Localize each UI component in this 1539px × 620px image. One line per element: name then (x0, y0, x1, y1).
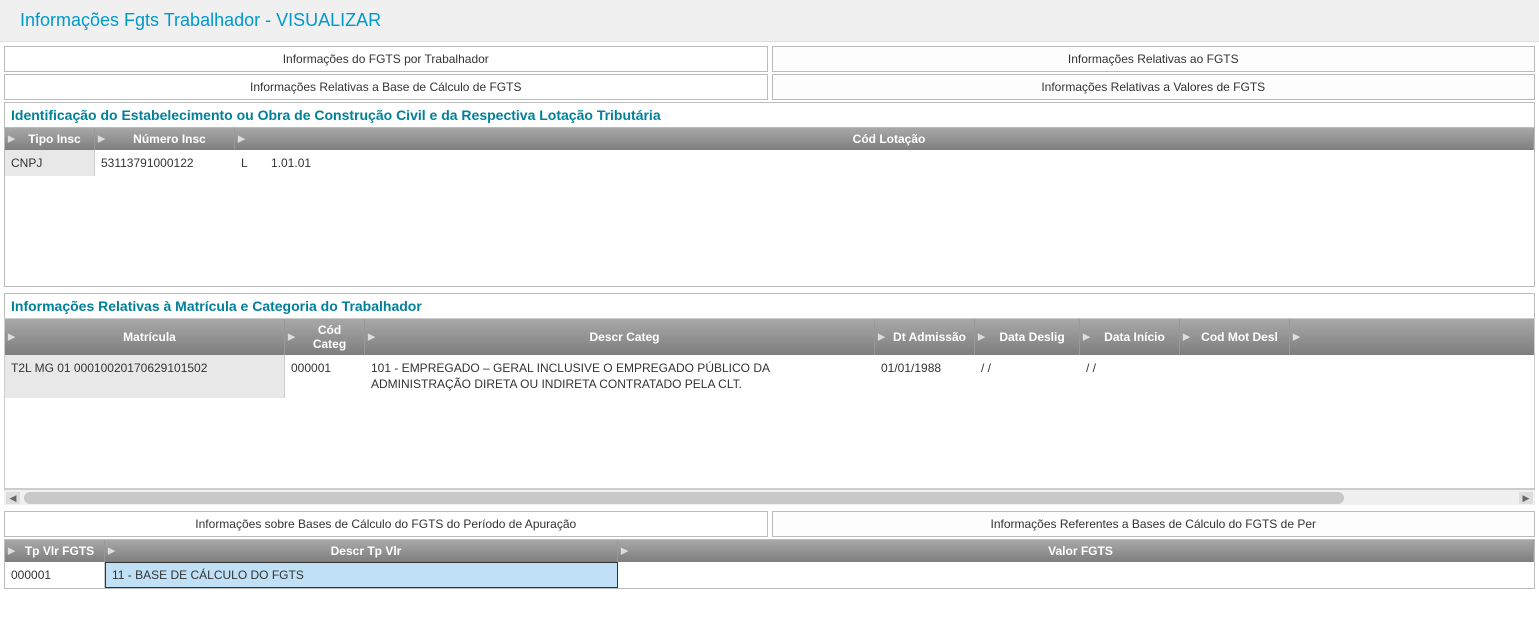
grid-head-estabelecimento: ▶ Tipo Insc ▶ Número Insc ▶ Cód Lotação (5, 128, 1534, 150)
col-matricula[interactable]: ▶ Matrícula (5, 319, 285, 355)
col-descr-tp-vlr[interactable]: ▶ Descr Tp Vlr (105, 540, 618, 562)
tab-info-fgts-trabalhador[interactable]: Informações do FGTS por Trabalhador (4, 46, 768, 72)
col-label: D (1306, 330, 1535, 344)
col-label: Data Deslig (991, 330, 1073, 344)
horizontal-scrollbar[interactable]: ◀ ▶ (4, 489, 1535, 505)
cell-extra (1290, 355, 1535, 398)
cell-data-deslig: / / (975, 355, 1080, 398)
tab-bases-calculo-per[interactable]: Informações Referentes a Bases de Cálcul… (772, 511, 1536, 537)
grid-valores: ▶ Tp Vlr FGTS ▶ Descr Tp Vlr ▶ Valor FGTS 0… (4, 539, 1535, 589)
grid-body-matricula: T2L MG 01 00010020170629101502 000001 10… (5, 355, 1535, 488)
selected-cell[interactable]: 11 - BASE DE CÁLCULO DO FGTS (105, 562, 618, 588)
sort-arrow-icon: ▶ (8, 546, 15, 557)
col-valor-fgts[interactable]: ▶ Valor FGTS (618, 540, 1534, 562)
tab-row-3: Informações sobre Bases de Cálculo do FG… (4, 511, 1535, 537)
scrollbar-thumb[interactable] (24, 492, 1344, 504)
sort-arrow-icon: ▶ (8, 134, 15, 145)
col-descr-categ[interactable]: ▶ Descr Categ (365, 319, 875, 355)
col-label: Tipo Insc (21, 132, 88, 146)
page-title: Informações Fgts Trabalhador - VISUALIZA… (20, 10, 1519, 31)
cell-valor-fgts (618, 562, 1534, 588)
table-row[interactable]: 000001 11 - BASE DE CÁLCULO DO FGTS (5, 562, 1534, 588)
sort-arrow-icon: ▶ (8, 332, 15, 343)
table-row[interactable]: T2L MG 01 00010020170629101502 000001 10… (5, 355, 1535, 398)
cell-tipo-insc: CNPJ (5, 150, 95, 176)
sort-arrow-icon: ▶ (98, 134, 105, 145)
sort-arrow-icon: ▶ (288, 332, 295, 343)
sort-arrow-icon: ▶ (1183, 332, 1190, 343)
cell-cod-categ: 000001 (285, 355, 365, 398)
col-label: Data Início (1096, 330, 1173, 344)
content-area: Informações do FGTS por Trabalhador Info… (0, 42, 1539, 593)
tab-bases-calculo-periodo[interactable]: Informações sobre Bases de Cálculo do FG… (4, 511, 768, 537)
col-numero-insc[interactable]: ▶ Número Insc (95, 128, 235, 150)
col-data-deslig[interactable]: ▶ Data Deslig (975, 319, 1080, 355)
section-title-estabelecimento: Identificação do Estabelecimento ou Obra… (4, 102, 1535, 127)
col-label: Cód Lotação (251, 132, 1527, 146)
section-title-matricula: Informações Relativas à Matrícula e Cate… (4, 293, 1535, 318)
col-label: Tp Vlr FGTS (21, 544, 98, 558)
cell-cod-mot-desl (1180, 355, 1290, 398)
col-tp-vlr-fgts[interactable]: ▶ Tp Vlr FGTS (5, 540, 105, 562)
col-cod-categ[interactable]: ▶ Cód Categ (285, 319, 365, 355)
sort-arrow-icon: ▶ (108, 546, 115, 557)
cell-numero-insc: 53113791000122 (95, 150, 235, 176)
grid-head-valores: ▶ Tp Vlr FGTS ▶ Descr Tp Vlr ▶ Valor FGTS (5, 540, 1534, 562)
sort-arrow-icon: ▶ (878, 332, 885, 343)
table-row[interactable]: CNPJ 53113791000122 L 1.01.01 (5, 150, 1534, 176)
col-dt-admissao[interactable]: ▶ Dt Admissão (875, 319, 975, 355)
col-cod-lotacao[interactable]: ▶ Cód Lotação (235, 128, 1534, 150)
sort-arrow-icon: ▶ (621, 546, 628, 557)
grid-body-valores: 000001 11 - BASE DE CÁLCULO DO FGTS (5, 562, 1534, 588)
col-label: Dt Admissão (891, 330, 968, 344)
grid-matricula-scroll[interactable]: ▶ Matrícula ▶ Cód Categ ▶ Descr Categ ▶ Dt A… (4, 318, 1535, 489)
grid-estabelecimento: ▶ Tipo Insc ▶ Número Insc ▶ Cód Lotação CNP… (4, 127, 1535, 287)
cell-descr-categ: 101 - EMPREGADO – GERAL INCLUSIVE O EMPR… (365, 355, 875, 398)
col-extra[interactable]: ▶D (1290, 319, 1535, 355)
col-label: Valor FGTS (634, 544, 1527, 558)
grid-spacer (5, 176, 1534, 286)
cell-lotacao-code: 1.01.01 (265, 150, 317, 176)
sort-arrow-icon: ▶ (1293, 332, 1300, 343)
tab-info-base-calculo[interactable]: Informações Relativas a Base de Cálculo … (4, 74, 768, 100)
col-label: Cod Mot Desl (1196, 330, 1283, 344)
page-header: Informações Fgts Trabalhador - VISUALIZA… (0, 0, 1539, 42)
col-label: Descr Tp Vlr (121, 544, 611, 558)
grid-body-estabelecimento: CNPJ 53113791000122 L 1.01.01 (5, 150, 1534, 286)
sort-arrow-icon: ▶ (978, 332, 985, 343)
col-label: Cód Categ (301, 323, 358, 351)
col-data-inicio[interactable]: ▶ Data Início (1080, 319, 1180, 355)
col-cod-mot-desl[interactable]: ▶ Cod Mot Desl (1180, 319, 1290, 355)
cell-matricula: T2L MG 01 00010020170629101502 (5, 355, 285, 398)
sort-arrow-icon: ▶ (1083, 332, 1090, 343)
tab-row-1: Informações do FGTS por Trabalhador Info… (4, 46, 1535, 72)
tab-info-relativas-fgts[interactable]: Informações Relativas ao FGTS (772, 46, 1536, 72)
tab-row-2: Informações Relativas a Base de Cálculo … (4, 74, 1535, 100)
grid-spacer (5, 398, 1535, 488)
col-label: Descr Categ (381, 330, 868, 344)
tab-info-valores-fgts[interactable]: Informações Relativas a Valores de FGTS (772, 74, 1536, 100)
col-label: Número Insc (111, 132, 228, 146)
cell-dt-admissao: 01/01/1988 (875, 355, 975, 398)
sort-arrow-icon: ▶ (238, 134, 245, 145)
sort-arrow-icon: ▶ (368, 332, 375, 343)
cell-descr-tp-vlr[interactable]: 11 - BASE DE CÁLCULO DO FGTS (105, 562, 618, 588)
scroll-left-icon[interactable]: ◀ (6, 492, 20, 504)
cell-lotacao-prefix: L (235, 150, 265, 176)
col-label: Matrícula (21, 330, 278, 344)
col-tipo-insc[interactable]: ▶ Tipo Insc (5, 128, 95, 150)
scroll-right-icon[interactable]: ▶ (1519, 492, 1533, 504)
grid-matricula: ▶ Matrícula ▶ Cód Categ ▶ Descr Categ ▶ Dt A… (5, 319, 1535, 488)
cell-data-inicio: / / (1080, 355, 1180, 398)
cell-tp-vlr: 000001 (5, 562, 105, 588)
grid-head-matricula: ▶ Matrícula ▶ Cód Categ ▶ Descr Categ ▶ Dt A… (5, 319, 1535, 355)
